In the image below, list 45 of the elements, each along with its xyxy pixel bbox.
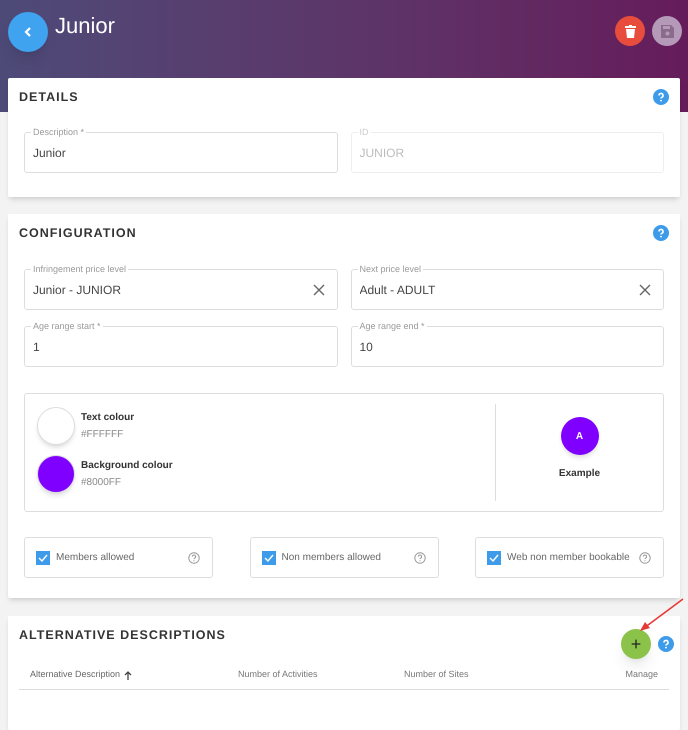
help-icon[interactable] [658, 636, 674, 652]
add-button[interactable]: + [621, 629, 651, 659]
section-heading: CONFIGURATION [19, 224, 137, 242]
colour-label: Background colour [81, 459, 173, 473]
text-input[interactable]: 10 [360, 338, 655, 356]
checkbox-label: Web non member bookable [507, 551, 630, 565]
field-label: Next price level [358, 263, 424, 275]
colour-label: Text colour [81, 411, 134, 425]
checkbox[interactable] [487, 550, 501, 564]
field-label: Age range start * [31, 320, 103, 332]
example-label: Example [558, 467, 600, 481]
help-icon[interactable] [653, 89, 669, 105]
chevron-left-icon[interactable] [22, 26, 34, 38]
checkbox[interactable] [36, 550, 50, 564]
sort-arrow-icon[interactable] [124, 670, 132, 680]
column-header[interactable]: Number of Sites [404, 668, 469, 682]
checkbox[interactable] [262, 550, 276, 564]
text-input[interactable]: Junior [33, 144, 328, 162]
help-icon[interactable] [188, 552, 200, 564]
text-input[interactable]: Junior - JUNIOR [33, 280, 312, 298]
colour-value: #8000FF [81, 476, 122, 490]
help-icon[interactable] [639, 552, 651, 564]
clear-icon[interactable] [312, 284, 324, 296]
column-header[interactable]: Manage [625, 668, 658, 682]
section-heading: ALTERNATIVE DESCRIPTIONS [19, 626, 226, 644]
text-input[interactable]: 1 [33, 338, 328, 356]
column-header[interactable]: Number of Activities [238, 668, 318, 682]
trash-icon[interactable] [624, 24, 636, 38]
field-label: Infringement price level [31, 263, 128, 275]
column-header[interactable]: Alternative Description [30, 668, 132, 682]
checkbox-label: Non members allowed [282, 551, 381, 565]
field-label: Description * [31, 126, 86, 138]
field-label: Age range end * [358, 320, 427, 332]
clear-icon[interactable] [639, 284, 651, 296]
checkbox-label: Members allowed [56, 551, 134, 565]
colour-value: #FFFFFF [81, 428, 124, 442]
colour-swatch[interactable] [37, 407, 75, 445]
help-icon[interactable] [414, 552, 426, 564]
section-heading: DETAILS [19, 88, 79, 106]
help-icon[interactable] [653, 225, 669, 241]
text-input[interactable]: Adult - ADULT [360, 280, 639, 298]
annotation-arrow [640, 598, 684, 631]
example-badge: A [560, 417, 598, 455]
colour-swatch[interactable] [37, 455, 75, 493]
page-title: Junior [55, 12, 115, 40]
